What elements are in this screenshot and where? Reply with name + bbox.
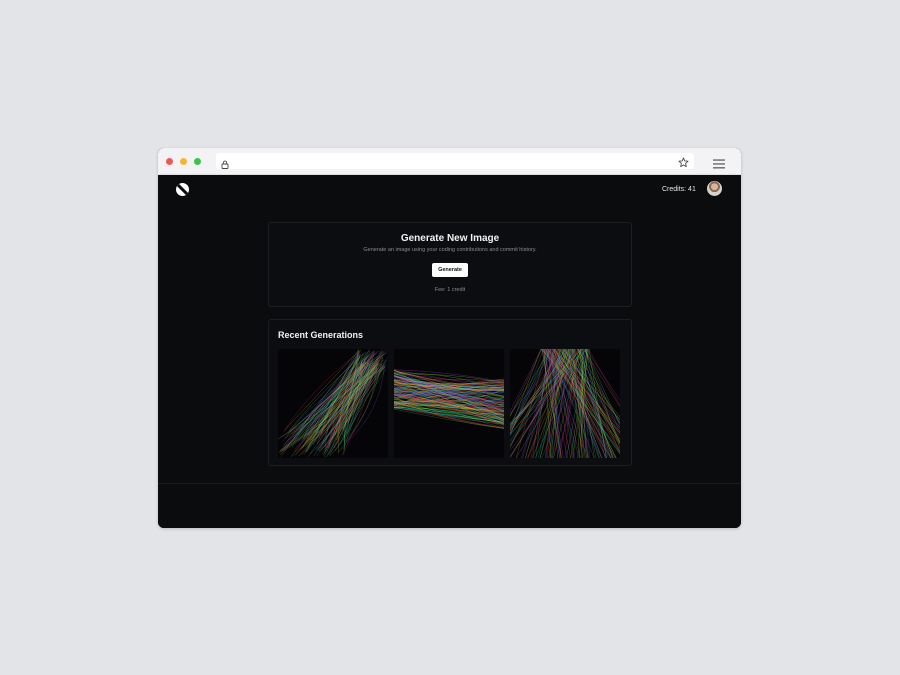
logo-icon[interactable] xyxy=(176,183,189,196)
fee-label: Fee: 1 credit xyxy=(434,287,466,293)
generation-thumbnail-3[interactable] xyxy=(510,349,620,458)
star-icon[interactable] xyxy=(678,155,689,173)
generate-button[interactable]: Generate xyxy=(432,263,468,277)
credits-label: Credits: 41 xyxy=(662,186,696,193)
generation-thumbnail-1[interactable] xyxy=(278,349,388,458)
browser-window: Credits: 41 Generate New Image Generate … xyxy=(158,148,741,528)
maximize-window-button[interactable] xyxy=(194,158,201,165)
app-content: Credits: 41 Generate New Image Generate … xyxy=(158,175,741,528)
generate-card: Generate New Image Generate an image usi… xyxy=(268,222,632,307)
recent-title: Recent Generations xyxy=(278,330,364,340)
generate-subtitle: Generate an image using your coding cont… xyxy=(363,247,537,253)
minimize-window-button[interactable] xyxy=(180,158,187,165)
address-bar[interactable] xyxy=(216,153,694,169)
browser-toolbar xyxy=(158,148,741,175)
generation-thumbnail-2[interactable] xyxy=(394,349,504,458)
close-window-button[interactable] xyxy=(166,158,173,165)
recent-generations-card: Recent Generations xyxy=(268,319,632,466)
generate-title: Generate New Image xyxy=(400,233,500,244)
lock-icon xyxy=(221,156,229,174)
footer-divider xyxy=(158,483,741,484)
hamburger-menu-icon[interactable] xyxy=(713,156,725,174)
user-avatar[interactable] xyxy=(707,181,722,196)
